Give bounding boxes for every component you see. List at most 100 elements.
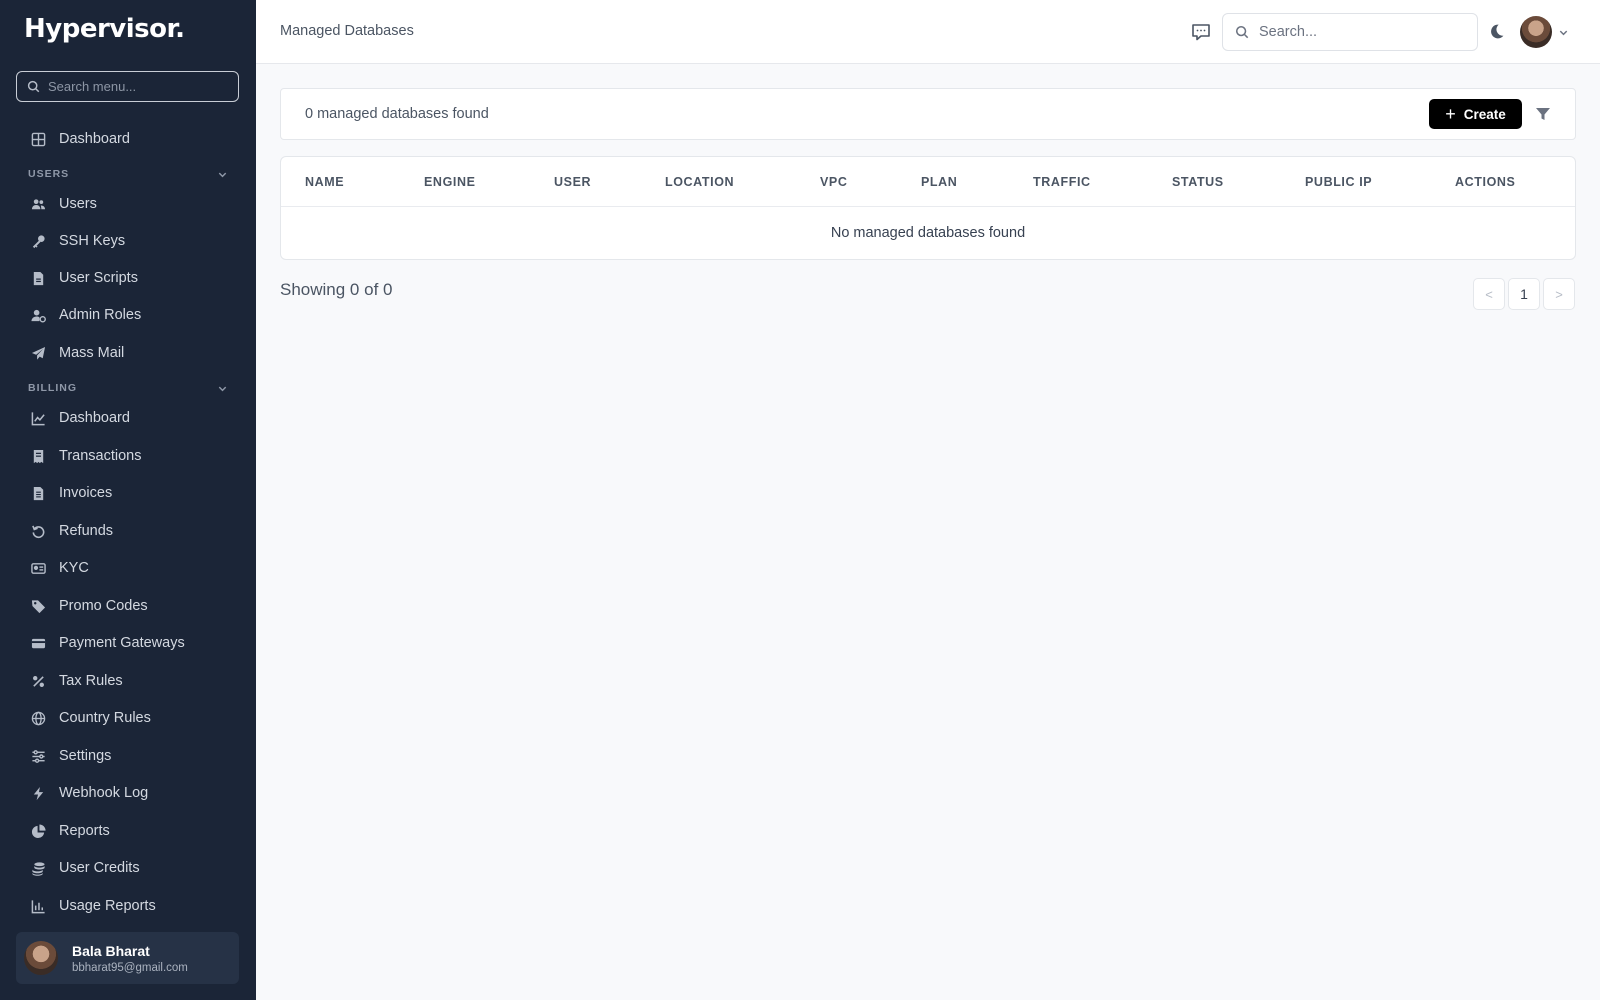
sidebar-item-promo-codes[interactable]: Promo Codes [16, 589, 239, 623]
sidebar-item-ssh-keys[interactable]: SSH Keys [16, 224, 239, 258]
user-cog-icon [30, 307, 46, 323]
pagination-page-button[interactable]: 1 [1508, 278, 1540, 310]
pie-chart-icon [30, 823, 46, 839]
sidebar-item-label: Usage Reports [59, 898, 156, 914]
results-summary-bar: 0 managed databases found + Create [280, 88, 1576, 140]
sidebar-item-user-scripts[interactable]: User Scripts [16, 261, 239, 295]
dashboard-grid-icon [30, 131, 46, 147]
global-search-box[interactable] [1222, 13, 1478, 51]
column-header-vpc[interactable]: VPC [820, 175, 848, 189]
sidebar-item-label: Dashboard [59, 410, 130, 426]
sidebar-item-country-rules[interactable]: Country Rules [16, 701, 239, 735]
sidebar-item-kyc[interactable]: KYC [16, 551, 239, 585]
sidebar-item-reports[interactable]: Reports [16, 814, 239, 848]
sidebar-item-label: Dashboard [59, 131, 130, 147]
plus-icon: + [1445, 104, 1456, 124]
chevron-down-icon [218, 386, 227, 391]
invoice-file-icon [30, 485, 46, 501]
search-icon [1235, 25, 1249, 39]
sidebar-item-label: Promo Codes [59, 598, 148, 614]
current-user-card[interactable]: Bala Bharat bbharat95@gmail.com [16, 932, 239, 984]
pagination-next-button[interactable]: > [1543, 278, 1575, 310]
sidebar-item-tax-rules[interactable]: Tax Rules [16, 664, 239, 698]
topbar: Managed Databases [256, 0, 1600, 64]
sidebar-item-label: SSH Keys [59, 233, 126, 249]
chat-bubble-icon[interactable] [1190, 21, 1212, 43]
sidebar-item-label: Webhook Log [59, 785, 149, 801]
global-search-input[interactable] [1259, 24, 1459, 40]
sidebar-item-refunds[interactable]: Refunds [16, 514, 239, 548]
sidebar: Hypervisor. Dashboard USERS Users SSH Ke… [0, 0, 256, 1000]
sidebar-item-label: Refunds [59, 523, 114, 539]
sidebar-item-label: Invoices [59, 485, 113, 501]
section-billing-toggle[interactable]: BILLING [28, 380, 228, 396]
column-header-location[interactable]: LOCATION [665, 175, 734, 189]
chevron-down-icon[interactable] [1558, 27, 1569, 38]
bar-chart-icon [30, 898, 46, 914]
menu-search-input[interactable] [48, 79, 228, 94]
column-header-traffic[interactable]: TRAFFIC [1033, 175, 1091, 189]
sidebar-item-invoices[interactable]: Invoices [16, 476, 239, 510]
sidebar-item-label: Country Rules [59, 710, 151, 726]
sidebar-item-label: Settings [59, 748, 112, 764]
sidebar-item-label: Mass Mail [59, 345, 125, 361]
user-name: Bala Bharat [72, 942, 150, 959]
user-meta: Bala Bharat bbharat95@gmail.com [72, 943, 188, 974]
user-email: bbharat95@gmail.com [72, 961, 188, 974]
sidebar-item-admin-roles[interactable]: Admin Roles [16, 298, 239, 332]
sidebar-item-user-credits[interactable]: User Credits [16, 851, 239, 885]
undo-icon [30, 523, 46, 539]
sidebar-item-users[interactable]: Users [16, 187, 239, 221]
sidebar-item-label: Users [59, 196, 97, 212]
create-button-label: Create [1463, 106, 1506, 122]
moon-icon[interactable] [1488, 23, 1505, 40]
tag-icon [30, 598, 46, 614]
column-header-name[interactable]: NAME [305, 175, 344, 189]
chevron-down-icon [218, 172, 227, 177]
id-card-icon [30, 560, 46, 576]
menu-search-box[interactable] [16, 71, 239, 102]
results-count: 0 managed databases found [305, 106, 489, 122]
table-header: NAME ENGINE USER LOCATION VPC PLAN TRAFF… [281, 157, 1575, 207]
sidebar-item-settings[interactable]: Settings [16, 739, 239, 773]
users-icon [30, 196, 46, 212]
sidebar-item-billing-dashboard[interactable]: Dashboard [16, 401, 239, 435]
receipt-icon [30, 448, 46, 464]
column-header-user[interactable]: USER [554, 175, 591, 189]
script-file-icon [30, 270, 46, 286]
section-label: USERS [28, 168, 70, 180]
sidebar-item-webhook-log[interactable]: Webhook Log [16, 776, 239, 810]
pagination-summary: Showing 0 of 0 [280, 280, 393, 299]
table-empty-state: No managed databases found [830, 225, 1026, 241]
app-logo[interactable]: Hypervisor. [24, 14, 185, 44]
coins-icon [30, 860, 46, 876]
column-header-status[interactable]: STATUS [1172, 175, 1224, 189]
section-label: BILLING [28, 382, 77, 394]
sidebar-item-dashboard[interactable]: Dashboard [16, 122, 239, 156]
column-header-public-ip[interactable]: PUBLIC IP [1305, 175, 1372, 189]
sidebar-item-label: Admin Roles [59, 307, 142, 323]
sidebar-item-label: User Credits [59, 860, 140, 876]
line-chart-icon [30, 410, 46, 426]
avatar[interactable] [1520, 16, 1552, 48]
create-button[interactable]: + Create [1429, 99, 1522, 129]
sidebar-item-label: Reports [59, 823, 110, 839]
sidebar-item-label: Payment Gateways [59, 635, 185, 651]
sidebar-item-label: Transactions [59, 448, 142, 464]
section-users-toggle[interactable]: USERS [28, 166, 228, 182]
sliders-icon [30, 748, 46, 764]
sidebar-item-usage-reports[interactable]: Usage Reports [16, 889, 239, 923]
databases-table: NAME ENGINE USER LOCATION VPC PLAN TRAFF… [280, 156, 1576, 260]
sidebar-item-payment-gateways[interactable]: Payment Gateways [16, 626, 239, 660]
sidebar-item-label: Tax Rules [59, 673, 123, 689]
percent-icon [30, 673, 46, 689]
paper-plane-icon [30, 345, 46, 361]
column-header-engine[interactable]: ENGINE [424, 175, 476, 189]
filter-icon[interactable] [1535, 106, 1551, 122]
sidebar-item-transactions[interactable]: Transactions [16, 439, 239, 473]
sidebar-item-label: KYC [59, 560, 89, 576]
sidebar-item-mass-mail[interactable]: Mass Mail [16, 336, 239, 370]
column-header-plan[interactable]: PLAN [921, 175, 957, 189]
sidebar-item-label: User Scripts [59, 270, 138, 286]
pagination-prev-button[interactable]: < [1473, 278, 1505, 310]
